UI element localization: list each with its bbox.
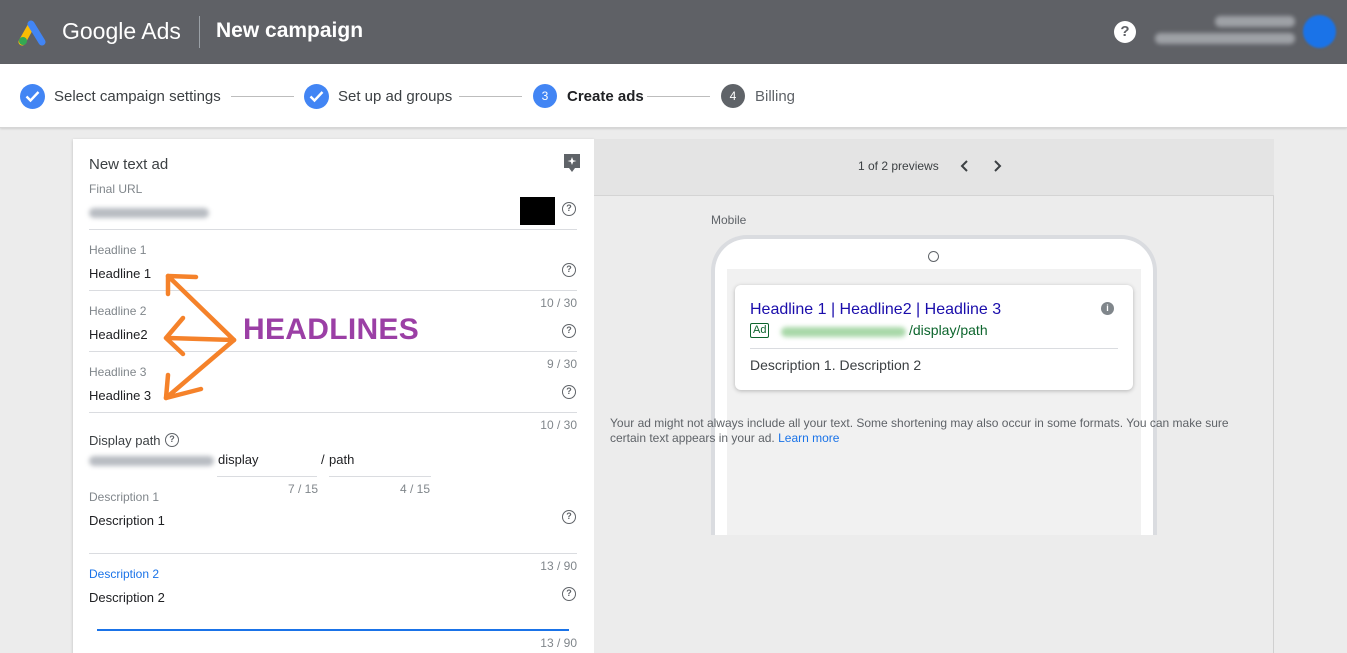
preview-header: 1 of 2 previews bbox=[594, 139, 1274, 196]
preview-note: Your ad might not always include all you… bbox=[610, 416, 1260, 446]
ad-badge: Ad bbox=[750, 323, 770, 338]
ad-preview-headline[interactable]: Headline 1 | Headline2 | Headline 3 bbox=[750, 301, 1001, 319]
learn-more-link[interactable]: Learn more bbox=[778, 431, 839, 445]
phone-screen: Headline 1 | Headline2 | Headline 3 i Ad… bbox=[727, 269, 1141, 535]
ad-card-divider bbox=[750, 348, 1118, 349]
preview-note-text: Your ad might not always include all you… bbox=[610, 416, 1229, 445]
ad-preview-url-path: /display/path bbox=[909, 322, 988, 338]
ad-preview-domain bbox=[781, 327, 906, 337]
preview-count: 1 of 2 previews bbox=[858, 159, 939, 173]
ad-preview-card: Headline 1 | Headline2 | Headline 3 i Ad… bbox=[735, 285, 1133, 390]
ad-preview-description: Description 1. Description 2 bbox=[750, 357, 922, 373]
chevron-right-icon[interactable] bbox=[988, 157, 1006, 175]
mobile-phone-frame: Headline 1 | Headline2 | Headline 3 i Ad… bbox=[711, 235, 1157, 535]
headlines-annotation-label: HEADLINES bbox=[243, 313, 420, 346]
ad-preview-panel: 1 of 2 previews Mobile Headline 1 | Head… bbox=[594, 139, 1274, 653]
device-label: Mobile bbox=[711, 213, 747, 227]
chevron-left-icon[interactable] bbox=[956, 157, 974, 175]
phone-camera-icon bbox=[928, 251, 939, 262]
info-icon[interactable]: i bbox=[1101, 302, 1114, 315]
